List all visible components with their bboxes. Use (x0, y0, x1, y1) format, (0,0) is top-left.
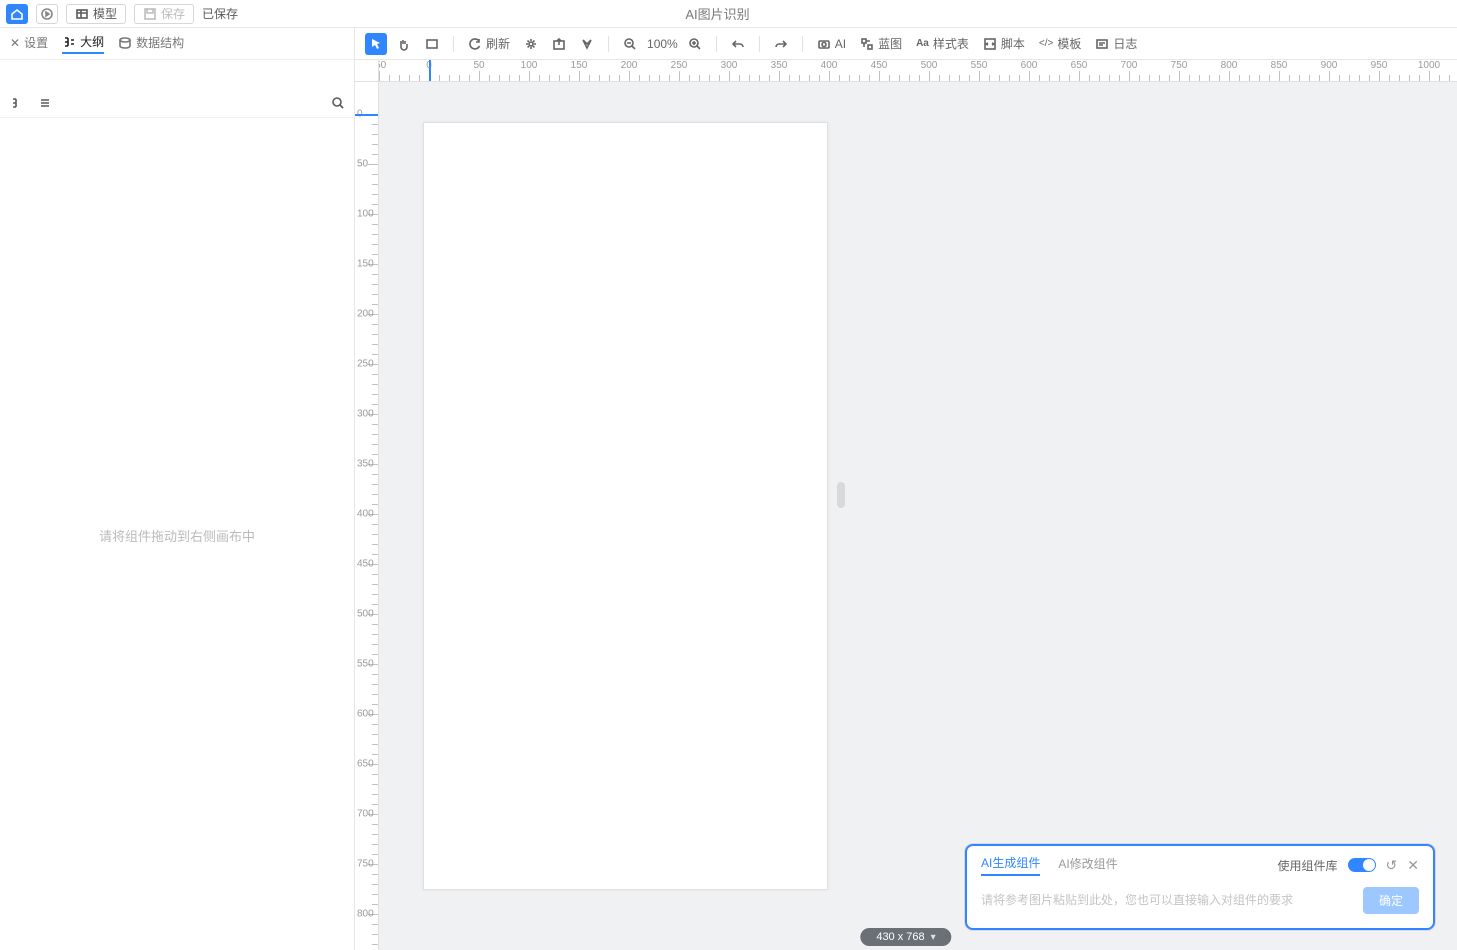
topbar: 模型 保存 已保存 AI图片识别 (0, 0, 1457, 28)
panel-toolbar (0, 88, 355, 118)
tab-datastruct-label: 数据结构 (136, 34, 184, 51)
size-pill[interactable]: 430 x 768 ▾ (860, 928, 951, 946)
redo-icon (774, 37, 788, 51)
stylesheet-label: 样式表 (933, 35, 969, 52)
left-placeholder: 请将组件拖动到右侧画布中 (0, 120, 354, 950)
size-label: 430 x 768 (876, 931, 924, 943)
code-icon: </> (1039, 38, 1053, 49)
blueprint-icon (860, 37, 874, 51)
script-label: 脚本 (1001, 35, 1025, 52)
undo-icon (731, 37, 745, 51)
close-icon[interactable]: ✕ (1407, 857, 1419, 874)
undo[interactable] (727, 33, 749, 55)
zoom-in-icon (688, 37, 702, 51)
tab-settings[interactable]: ✕ 设置 (10, 34, 48, 53)
model-button[interactable]: 模型 (66, 4, 126, 24)
refresh-button[interactable]: 刷新 (464, 35, 514, 52)
pointer-icon (369, 37, 383, 51)
rect-icon (425, 37, 439, 51)
canvas-toolbar: 刷新 100% AI 蓝图 Aa 样式表 脚本 </> 模板 日志 (355, 28, 1457, 60)
ai-label: AI (835, 37, 846, 51)
search-icon[interactable] (331, 96, 345, 110)
play-icon (40, 7, 54, 21)
export-button[interactable] (548, 33, 570, 55)
v-button[interactable] (576, 33, 598, 55)
zoom-out[interactable] (619, 33, 641, 55)
wrench-icon: ✕ (10, 36, 20, 50)
canvas-area[interactable] (379, 82, 1457, 950)
refresh-label: 刷新 (486, 35, 510, 52)
log-label: 日志 (1113, 35, 1137, 52)
list-icon[interactable] (38, 96, 52, 110)
template-button[interactable]: </> 模板 (1035, 35, 1085, 52)
use-lib-toggle[interactable] (1348, 858, 1376, 872)
blueprint-label: 蓝图 (878, 35, 902, 52)
redo[interactable] (770, 33, 792, 55)
rect-tool[interactable] (421, 33, 443, 55)
left-panel: ✕ 设置 大纲 数据结构 请将组件拖动到右侧画布中 (0, 28, 355, 950)
history-icon[interactable]: ↺ (1386, 857, 1398, 874)
log-button[interactable]: 日志 (1091, 35, 1141, 52)
ai-tabs: AI生成组件 AI修改组件 使用组件库 ↺ ✕ (981, 854, 1419, 876)
tab-outline[interactable]: 大纲 (62, 33, 104, 54)
save-label: 保存 (161, 5, 185, 22)
camera-icon (817, 37, 831, 51)
hand-icon (397, 37, 411, 51)
ai-prompt-input[interactable] (981, 886, 1353, 914)
gear-button[interactable] (520, 33, 542, 55)
page-title: AI图片识别 (246, 4, 1189, 23)
separator (716, 36, 717, 52)
confirm-button[interactable]: 确定 (1363, 887, 1419, 914)
rulers: -500501001502002503003504004505005506006… (355, 60, 1457, 950)
canvas-page[interactable] (423, 122, 828, 890)
saved-status: 已保存 (202, 5, 238, 22)
gear-icon (524, 37, 538, 51)
refresh-icon (468, 37, 482, 51)
pointer-tool[interactable] (365, 33, 387, 55)
run-button[interactable] (36, 4, 58, 24)
canvas-panel: 刷新 100% AI 蓝图 Aa 样式表 脚本 </> 模板 日志 -5005010… (355, 28, 1457, 950)
export-icon (552, 37, 566, 51)
tree-icon (62, 35, 76, 49)
chevron-down-icon: ▾ (931, 932, 936, 943)
zoom-out-icon (623, 37, 637, 51)
side-tabs: ✕ 设置 大纲 数据结构 (0, 28, 354, 60)
database-icon (118, 36, 132, 50)
zoom-level[interactable]: 100% (647, 37, 678, 51)
home-button[interactable] (6, 4, 28, 24)
ai-tab-generate[interactable]: AI生成组件 (981, 854, 1040, 876)
ruler-vertical[interactable]: 0501001502002503003504004505005506006507… (355, 82, 379, 950)
grid-icon (75, 7, 89, 21)
script-icon (983, 37, 997, 51)
scroll-handle[interactable] (837, 482, 845, 508)
template-label: 模板 (1057, 35, 1081, 52)
ai-tab-modify[interactable]: AI修改组件 (1058, 855, 1117, 875)
v-icon (580, 37, 594, 51)
workspace: ✕ 设置 大纲 数据结构 请将组件拖动到右侧画布中 (0, 28, 1457, 950)
save-button[interactable]: 保存 (134, 4, 194, 24)
stylesheet-button[interactable]: Aa 样式表 (912, 35, 973, 52)
separator (608, 36, 609, 52)
save-icon (143, 7, 157, 21)
script-button[interactable]: 脚本 (979, 35, 1029, 52)
zoom-in[interactable] (684, 33, 706, 55)
expand-tree-icon[interactable] (10, 96, 24, 110)
tab-outline-label: 大纲 (80, 33, 104, 50)
hand-tool[interactable] (393, 33, 415, 55)
ai-popup: AI生成组件 AI修改组件 使用组件库 ↺ ✕ 确定 (965, 844, 1435, 930)
separator (453, 36, 454, 52)
tab-datastruct[interactable]: 数据结构 (118, 34, 184, 53)
blueprint-button[interactable]: 蓝图 (856, 35, 906, 52)
ai-button[interactable]: AI (813, 37, 850, 51)
log-icon (1095, 37, 1109, 51)
ruler-horizontal[interactable]: -500501001502002503003504004505005506006… (379, 60, 1457, 82)
separator (802, 36, 803, 52)
aa-icon: Aa (916, 38, 929, 49)
home-icon (10, 7, 24, 21)
tab-settings-label: 设置 (24, 34, 48, 51)
use-lib-label: 使用组件库 (1278, 857, 1338, 874)
model-label: 模型 (93, 5, 117, 22)
ruler-corner (355, 60, 379, 82)
separator (759, 36, 760, 52)
